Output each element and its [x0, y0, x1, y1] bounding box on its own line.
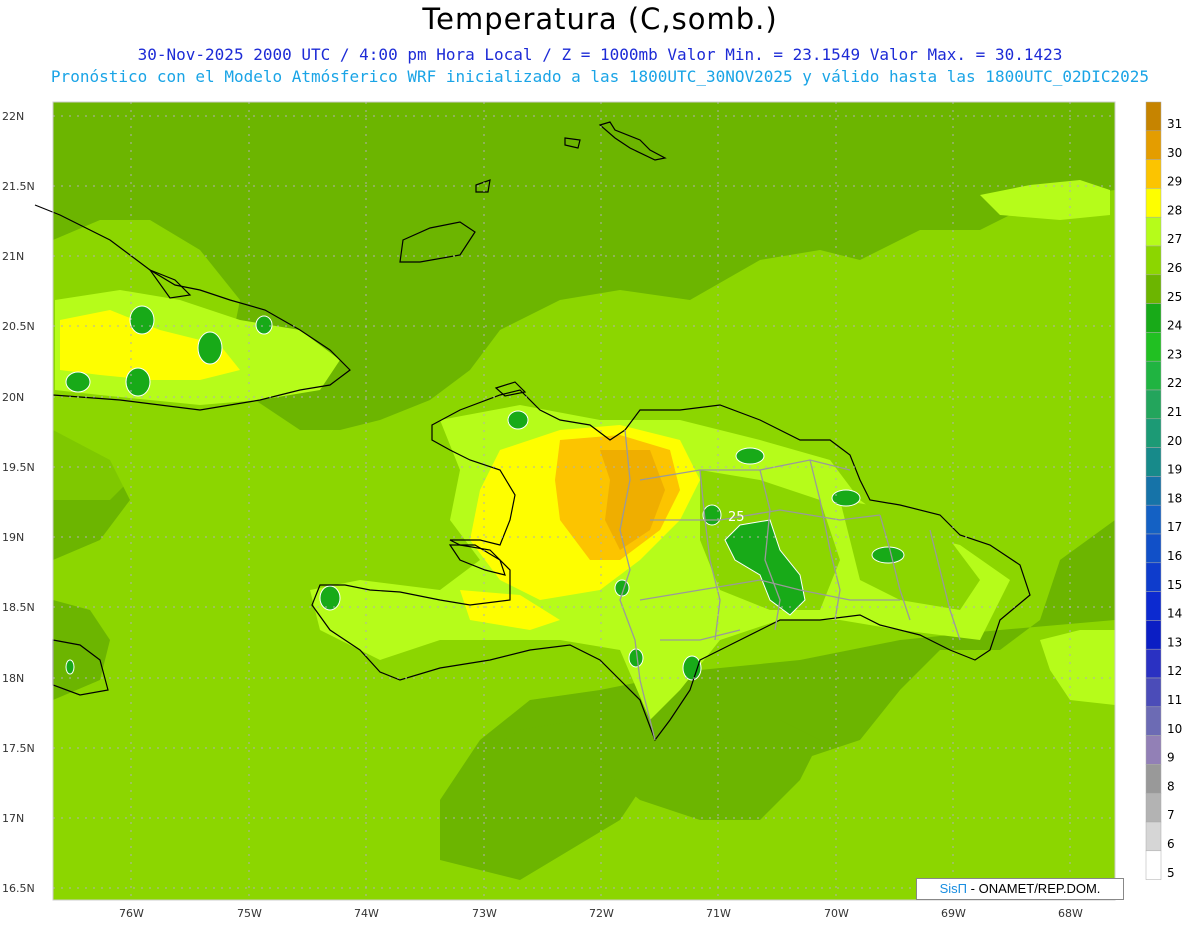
- colorbar-label: 10: [1167, 722, 1182, 736]
- colorbar-label: 6: [1167, 837, 1175, 851]
- credit-text: - ONAMET/REP.DOM.: [967, 881, 1101, 896]
- colorbar-label: 11: [1167, 693, 1182, 707]
- colorbar-label: 25: [1167, 290, 1182, 304]
- lon-label: 71W: [706, 907, 731, 920]
- longitude-labels: 76W 75W 74W 73W 72W 71W 70W 69W 68W: [119, 907, 1083, 920]
- colorbar-swatch: [1145, 792, 1162, 823]
- colorbar-swatch: [1145, 562, 1162, 592]
- colorbar-swatch: [1145, 620, 1162, 650]
- colorbar-swatch: [1145, 188, 1162, 218]
- colorbar-label: 13: [1167, 635, 1182, 649]
- sispi-logo: SisΠ: [939, 881, 968, 896]
- lon-label: 72W: [589, 907, 614, 920]
- colorbar-swatch: [1145, 648, 1162, 679]
- lon-label: 70W: [824, 907, 849, 920]
- colorbar-swatch: [1145, 447, 1162, 477]
- lat-label: 21N: [2, 250, 24, 263]
- lat-label: 18N: [2, 672, 24, 685]
- colorbar-label: 7: [1167, 808, 1175, 822]
- colorbar-label: 23: [1167, 347, 1182, 361]
- colorbar-label: 15: [1167, 578, 1182, 592]
- colorbar-swatch: [1145, 821, 1162, 852]
- colorbar-swatch: [1145, 418, 1162, 448]
- colorbar-label: 28: [1167, 203, 1182, 217]
- colorbar-label: 17: [1167, 520, 1182, 534]
- colorbar-label: 21: [1167, 405, 1182, 419]
- colorbar-label: 12: [1167, 664, 1182, 678]
- colorbar-label: 26: [1167, 261, 1182, 275]
- credit-box: SisΠ - ONAMET/REP.DOM.: [916, 878, 1124, 900]
- lat-label: 20N: [2, 391, 24, 404]
- colorbar-label: 20: [1167, 434, 1182, 448]
- colorbar-swatch: [1145, 706, 1162, 736]
- lon-label: 69W: [941, 907, 966, 920]
- colorbar-swatch: [1145, 591, 1162, 621]
- colorbar-label: 16: [1167, 549, 1182, 563]
- colorbar-swatch: [1145, 245, 1162, 276]
- colorbar-swatch: [1145, 533, 1162, 564]
- colorbar-swatch: [1145, 274, 1162, 304]
- lat-label: 19N: [2, 531, 24, 544]
- lon-label: 74W: [354, 907, 379, 920]
- lat-label: 17N: [2, 812, 24, 825]
- colorbar-label: 18: [1167, 491, 1182, 505]
- colorbar: 31 30 29 28 27 26 25 24 23 22 21 20 19 18 17 16 15 14 13 12…: [1145, 101, 1182, 880]
- subtitle-line-1: 30-Nov-2025 2000 UTC / 4:00 pm Hora Loca…: [0, 45, 1200, 64]
- lat-label: 22N: [2, 110, 24, 123]
- colorbar-swatch: [1145, 677, 1162, 708]
- latitude-labels: 22N 21.5N 21N 20.5N 20N 19.5N 19N 18.5N …: [2, 110, 35, 895]
- colorbar-label: 27: [1167, 232, 1182, 246]
- colorbar-label: 14: [1167, 607, 1182, 621]
- lat-label: 18.5N: [2, 601, 35, 614]
- colorbar-swatch: [1145, 159, 1162, 189]
- lat-label: 16.5N: [2, 882, 35, 895]
- colorbar-swatch: [1145, 850, 1162, 880]
- colorbar-label: 24: [1167, 319, 1182, 333]
- min-value: Valor Min. = 23.1549: [667, 45, 861, 64]
- colorbar-label: 29: [1167, 175, 1182, 189]
- colorbar-label: 8: [1167, 779, 1175, 793]
- temperature-map: 25 22N 21.5N 21N 20.5N 20N 19.5N 19N 18.…: [2, 101, 1182, 920]
- max-value: Valor Max. = 30.1423: [869, 45, 1063, 64]
- lat-label: 21.5N: [2, 180, 35, 193]
- lat-label: 19.5N: [2, 461, 35, 474]
- colorbar-swatch: [1145, 389, 1162, 420]
- lon-label: 68W: [1058, 907, 1083, 920]
- date-and-level: 30-Nov-2025 2000 UTC / 4:00 pm Hora Loca…: [137, 45, 658, 64]
- colorbar-swatch: [1145, 101, 1162, 132]
- contour-label: 25: [728, 510, 745, 525]
- colorbar-swatch: [1145, 504, 1162, 535]
- colorbar-swatch: [1145, 476, 1162, 506]
- lat-label: 20.5N: [2, 320, 35, 333]
- lat-label: 17.5N: [2, 742, 35, 755]
- lon-label: 75W: [237, 907, 262, 920]
- colorbar-swatch: [1145, 764, 1162, 794]
- colorbar-label: 19: [1167, 463, 1182, 477]
- lon-label: 76W: [119, 907, 144, 920]
- colorbar-swatch: [1145, 216, 1162, 247]
- colorbar-label: 31: [1167, 117, 1182, 131]
- colorbar-swatch: [1145, 360, 1162, 391]
- subtitle-line-2: Pronóstico con el Modelo Atmósferico WRF…: [50, 67, 1150, 86]
- lon-label: 73W: [472, 907, 497, 920]
- colorbar-label: 30: [1167, 146, 1182, 160]
- colorbar-label: 22: [1167, 376, 1182, 390]
- colorbar-swatch: [1145, 332, 1162, 362]
- colorbar-swatch: [1145, 130, 1162, 160]
- colorbar-label: 5: [1167, 866, 1175, 880]
- colorbar-swatch: [1145, 303, 1162, 333]
- colorbar-swatch: [1145, 735, 1162, 765]
- colorbar-label: 9: [1167, 751, 1175, 765]
- map-title: Temperatura (C,somb.): [422, 2, 778, 36]
